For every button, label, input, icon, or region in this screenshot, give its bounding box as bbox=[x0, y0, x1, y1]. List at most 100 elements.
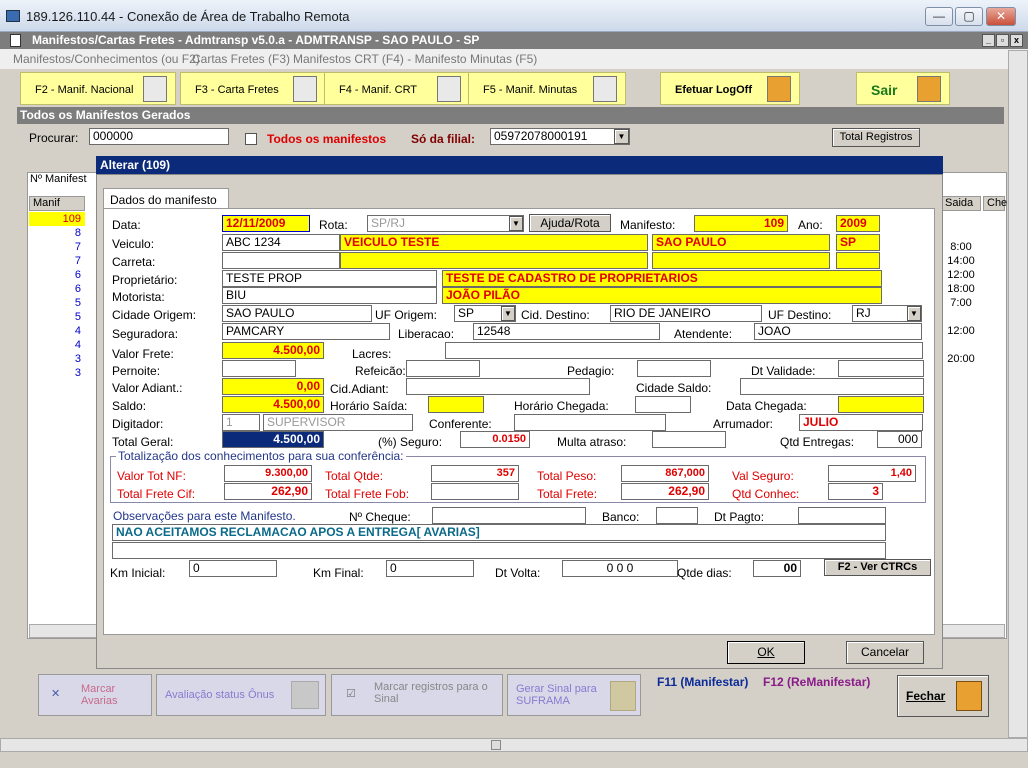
fechar-button[interactable]: Fechar bbox=[897, 675, 989, 717]
list-window-title: Todos os Manifestos Gerados bbox=[17, 107, 1004, 124]
cidade-saldo-field[interactable] bbox=[740, 378, 924, 395]
marcar-registros-button[interactable]: ☑ Marcar registros para o Sinal bbox=[331, 674, 503, 716]
tab-dados-manifesto[interactable]: Dados do manifesto bbox=[103, 188, 229, 209]
window-horizontal-scrollbar[interactable] bbox=[0, 738, 1028, 752]
veiculo-cidade-field: SAO PAULO bbox=[652, 234, 830, 251]
horario-chegada-field[interactable] bbox=[635, 396, 691, 413]
seguradora-field[interactable]: PAMCARY bbox=[222, 323, 390, 340]
manif-crt-button[interactable]: F4 - Manif. CRT bbox=[324, 72, 470, 105]
menu-item-crt[interactable]: Manifestos CRT (F4) - Manifesto Minutas … bbox=[293, 52, 537, 66]
check-icon: ☑ bbox=[346, 688, 356, 700]
manif-minutas-button[interactable]: F5 - Manif. Minutas bbox=[468, 72, 626, 105]
chevron-down-icon[interactable]: ▼ bbox=[907, 306, 921, 321]
total-geral-label: Total Geral: bbox=[112, 435, 174, 449]
motorista-field[interactable]: BIU bbox=[222, 287, 437, 304]
dt-volta-field[interactable]: 0 0 0 bbox=[562, 560, 678, 577]
carreta-field[interactable] bbox=[222, 252, 340, 269]
pedagio-field[interactable] bbox=[637, 360, 711, 377]
km-final-label: Km Final: bbox=[313, 566, 364, 580]
ver-ctrcs-button[interactable]: F2 - Ver CTRCs bbox=[824, 559, 931, 576]
filial-select[interactable]: 05972078000191 bbox=[490, 128, 630, 145]
menu-item-manifestos[interactable]: Manifestos/Conhecimentos (ou F2) bbox=[13, 52, 200, 66]
rota-select[interactable]: SP/RJ bbox=[367, 215, 524, 232]
chevron-down-icon[interactable]: ▼ bbox=[614, 129, 629, 144]
window-vertical-scrollbar[interactable] bbox=[1008, 50, 1028, 738]
sair-label: Sair bbox=[871, 82, 898, 98]
saldo-label: Saldo: bbox=[112, 399, 147, 413]
grid-col-che: Che bbox=[983, 196, 1007, 211]
total-frete-label: Total Frete: bbox=[537, 487, 598, 501]
total-frete-fob-label: Total Frete Fob: bbox=[325, 487, 410, 501]
valor-frete-field[interactable]: 4.500,00 bbox=[222, 342, 324, 359]
qtde-dias-field[interactable]: 00 bbox=[753, 560, 801, 577]
proprietario-field[interactable]: TESTE PROP bbox=[222, 270, 437, 287]
cid-adiant-label: Cid.Adiant: bbox=[330, 382, 389, 396]
search-input[interactable]: 000000 bbox=[89, 128, 229, 145]
chevron-down-icon[interactable]: ▼ bbox=[509, 216, 523, 231]
grid-col-saida: Saida bbox=[941, 196, 981, 211]
data-chegada-field[interactable] bbox=[838, 396, 924, 413]
manifesto-label: Manifesto: bbox=[620, 218, 676, 232]
app-minimize-button[interactable]: _ bbox=[982, 34, 995, 47]
refeicao-field[interactable] bbox=[406, 360, 480, 377]
ajuda-rota-button[interactable]: Ajuda/Rota bbox=[529, 214, 611, 232]
cid-adiant-field[interactable] bbox=[406, 378, 590, 395]
valor-adiant-field[interactable]: 0,00 bbox=[222, 378, 324, 395]
status-bar bbox=[0, 752, 1028, 768]
carta-fretes-button[interactable]: F3 - Carta Fretes bbox=[180, 72, 326, 105]
cancel-button[interactable]: Cancelar bbox=[846, 641, 924, 664]
manifesto-field[interactable]: 109 bbox=[694, 215, 788, 232]
km-inicial-field[interactable]: 0 bbox=[189, 560, 277, 577]
km-inicial-label: Km Inicial: bbox=[110, 566, 166, 580]
atendente-field[interactable]: JOAO bbox=[754, 323, 922, 340]
horario-saida-field[interactable] bbox=[428, 396, 484, 413]
dt-validade-label: Dt Validade: bbox=[751, 364, 816, 378]
app-restore-button[interactable]: ▫ bbox=[996, 34, 1009, 47]
km-final-field[interactable]: 0 bbox=[386, 560, 474, 577]
arrumador-field[interactable]: JULIO bbox=[799, 414, 923, 431]
conferente-field[interactable] bbox=[514, 414, 666, 431]
manif-nacional-button[interactable]: F2 - Manif. Nacional bbox=[20, 72, 176, 105]
app-close-button[interactable]: x bbox=[1010, 34, 1023, 47]
avaliacao-button[interactable]: Avaliação status Ônus bbox=[156, 674, 326, 716]
obs-line-2[interactable] bbox=[112, 542, 886, 559]
cheque-field[interactable] bbox=[432, 507, 586, 524]
obs-line-1[interactable]: NAO ACEITAMOS RECLAMACAO APOS A ENTREGA[… bbox=[112, 524, 886, 541]
manif-nacional-label: F2 - Manif. Nacional bbox=[35, 84, 134, 96]
close-button[interactable]: ✕ bbox=[986, 7, 1016, 26]
banco-field[interactable] bbox=[656, 507, 698, 524]
logoff-button[interactable]: Efetuar LogOff bbox=[660, 72, 800, 105]
multa-field[interactable] bbox=[652, 431, 726, 448]
saldo-field[interactable]: 4.500,00 bbox=[222, 396, 324, 413]
gerar-sinal-button[interactable]: Gerar Sinal para SUFRAMA bbox=[507, 674, 641, 716]
marcar-avarias-button[interactable]: ✕ Marcar Avarias bbox=[38, 674, 152, 716]
data-field[interactable]: 12/11/2009 bbox=[222, 215, 310, 232]
maximize-button[interactable]: ▢ bbox=[955, 7, 983, 26]
ok-button[interactable]: OK bbox=[727, 641, 805, 664]
app-title: Manifestos/Cartas Fretes - Admtransp v5.… bbox=[32, 33, 480, 47]
pernoite-field[interactable] bbox=[222, 360, 296, 377]
cid-destino-field[interactable]: RIO DE JANEIRO bbox=[610, 305, 762, 322]
menu-item-cartas[interactable]: Cartas Fretes (F3) bbox=[192, 52, 290, 66]
lacres-field[interactable] bbox=[445, 342, 923, 359]
total-peso-field: 867,000 bbox=[621, 465, 709, 482]
cidade-origem-field[interactable]: SAO PAULO bbox=[222, 305, 372, 322]
total-registros-button[interactable]: Total Registros bbox=[832, 128, 920, 147]
table-row[interactable]: 109 8 7 7 6 6 5 5 4 4 3 3 bbox=[29, 212, 81, 380]
sair-button[interactable]: Sair bbox=[856, 72, 950, 105]
motorista-label: Motorista: bbox=[112, 290, 165, 304]
cidade-saldo-label: Cidade Saldo: bbox=[636, 381, 712, 395]
lacres-label: Lacres: bbox=[352, 347, 392, 361]
dt-pagto-field[interactable] bbox=[798, 507, 886, 524]
liberacao-field[interactable]: 12548 bbox=[473, 323, 660, 340]
qtd-entregas-field[interactable]: 000 bbox=[877, 431, 922, 448]
dt-validade-field[interactable] bbox=[838, 360, 924, 377]
ano-field[interactable]: 2009 bbox=[836, 215, 880, 232]
scroll-thumb[interactable] bbox=[491, 740, 501, 750]
chevron-down-icon[interactable]: ▼ bbox=[501, 306, 515, 321]
logoff-label: Efetuar LogOff bbox=[675, 84, 752, 96]
minimize-button[interactable]: — bbox=[925, 7, 953, 26]
all-manifests-checkbox[interactable] bbox=[245, 133, 257, 145]
seguro-field[interactable]: 0.0150 bbox=[460, 431, 530, 448]
veiculo-field[interactable]: ABC 1234 bbox=[222, 234, 340, 251]
